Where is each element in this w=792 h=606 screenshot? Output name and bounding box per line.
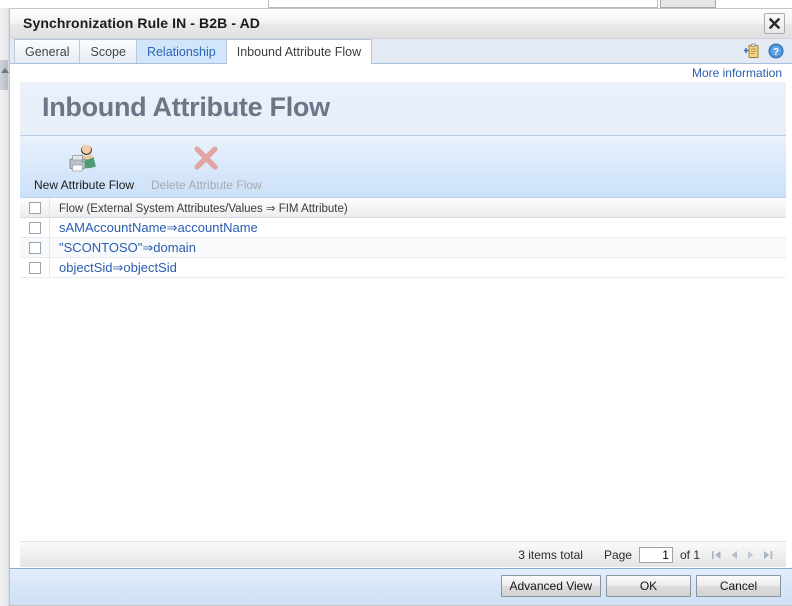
svg-text:?: ? [773,47,779,58]
page-number-input[interactable] [638,546,673,563]
page-scrollbar[interactable] [0,8,9,606]
table-row[interactable]: sAMAccountName⇒accountName [20,218,786,238]
dialog-titlebar: Synchronization Rule IN - B2B - AD [10,9,792,39]
row-flow-value[interactable]: objectSid⇒objectSid [50,260,177,276]
pager-buttons [711,549,774,561]
grid-paging-bar: 3 items total Page of 1 [20,541,786,567]
page-scrollbar-thumb[interactable] [0,60,8,90]
dialog-title: Synchronization Rule IN - B2B - AD [23,15,261,31]
row-checkbox[interactable] [28,261,41,274]
page-label: Page [603,547,632,562]
tab-relationship[interactable]: Relationship [136,39,227,63]
new-attribute-flow-button[interactable]: New Attribute Flow [34,140,134,192]
tab-scope-label: Scope [90,45,126,59]
grid-header-row: Flow (External System Attributes/Values … [20,198,786,218]
page-header: Inbound Attribute Flow [20,82,786,136]
tab-inbound-attribute-flow-label: Inbound Attribute Flow [236,45,362,59]
tab-general[interactable]: General [14,39,81,63]
attribute-flow-grid: Flow (External System Attributes/Values … [20,198,786,278]
tab-relationship-label: Relationship [146,45,216,59]
dialog-footer: Advanced View OK Cancel [10,568,792,605]
delete-attribute-flow-label: Delete Attribute Flow [151,178,262,192]
synchronization-rule-dialog: Synchronization Rule IN - B2B - AD Gener… [9,8,792,606]
new-user-attribute-icon [34,140,134,176]
row-flow-value[interactable]: sAMAccountName⇒accountName [50,220,258,236]
page-title: Inbound Attribute Flow [42,92,330,122]
page-of-label: of 1 [679,547,700,562]
content-panel: Inbound Attribute Flow New Attribute Flo… [20,82,786,567]
background-button [660,0,716,8]
table-row[interactable]: "SCONTOSO"⇒domain [20,238,786,258]
select-all-checkbox[interactable] [28,201,41,214]
tab-strip-icons: ? [744,43,784,59]
row-select-cell [20,238,50,257]
items-total-label: 3 items total [518,547,583,562]
select-all-cell [20,198,50,217]
previous-page-icon [731,550,737,559]
tab-scope[interactable]: Scope [80,39,137,63]
advanced-view-button[interactable]: Advanced View [500,575,601,597]
tab-general-label: General [25,45,70,59]
cancel-button[interactable]: Cancel [696,575,781,597]
tab-inbound-attribute-flow[interactable]: Inbound Attribute Flow [226,39,373,64]
close-button[interactable] [764,13,785,34]
first-page-icon [712,550,721,559]
ok-button[interactable]: OK [606,575,691,597]
attribute-flow-toolbar: New Attribute Flow Delete Attribute Flow [20,136,786,198]
row-checkbox[interactable] [28,241,41,254]
delete-attribute-flow-button: Delete Attribute Flow [151,140,262,192]
add-clipboard-icon[interactable] [744,43,760,59]
help-icon[interactable]: ? [768,43,784,59]
close-x-icon [768,17,781,30]
next-page-icon [748,550,754,559]
more-information-link[interactable]: More information [692,66,782,80]
grid-header-flow: Flow (External System Attributes/Values … [59,202,348,215]
tab-strip: General Scope Relationship Inbound Attri… [10,39,792,64]
tab-list: General Scope Relationship Inbound Attri… [14,39,373,64]
more-information-row: More information [10,64,792,82]
row-select-cell [20,218,50,237]
red-x-delete-icon [151,140,262,176]
scroll-up-arrow-icon[interactable] [1,68,9,73]
row-checkbox[interactable] [28,221,41,234]
new-attribute-flow-label: New Attribute Flow [34,178,135,192]
row-select-cell [20,258,50,277]
row-flow-value[interactable]: "SCONTOSO"⇒domain [50,240,196,256]
background-field [268,0,658,8]
table-row[interactable]: objectSid⇒objectSid [20,258,786,278]
dialog-buttons: Advanced View OK Cancel [500,575,781,597]
last-page-icon [764,550,773,559]
